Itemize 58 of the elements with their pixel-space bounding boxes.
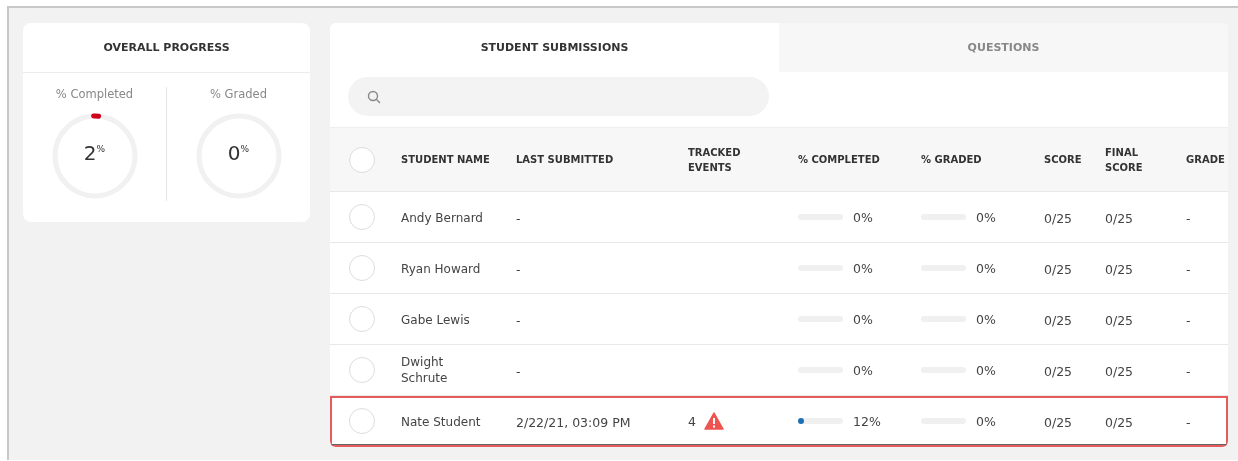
table-cell: 0/25 <box>1044 210 1073 226</box>
percent-reading: 0% <box>853 209 873 225</box>
table-cell: 0/25 <box>1105 414 1134 430</box>
percent-reading: 0% <box>976 209 996 225</box>
table-cell: 0/25 <box>1105 210 1134 226</box>
table-cell: 0/25 <box>1105 261 1134 277</box>
column-header[interactable]: STUDENT NAME <box>401 152 511 167</box>
column-header[interactable]: LAST SUBMITTED <box>516 152 676 167</box>
metric-label: % Graded <box>210 87 267 101</box>
table-cell: 0/25 <box>1044 261 1073 277</box>
metric-value: 0$^{%}$ <box>226 141 251 165</box>
table-cell: 0/25 <box>1105 312 1134 328</box>
percent-reading: 0% <box>853 260 873 276</box>
student-name[interactable]: Nate Student <box>401 414 487 431</box>
table-cell: - <box>1186 312 1191 328</box>
column-header[interactable]: FINAL SCORE <box>1105 144 1155 175</box>
row-checkbox[interactable] <box>349 204 375 230</box>
table-cell: - <box>516 312 521 328</box>
row-checkbox[interactable] <box>349 255 375 281</box>
student-name[interactable]: Andy Bernard <box>401 210 489 227</box>
column-header[interactable]: TRACKED EVENTS <box>688 144 748 175</box>
percent-reading: 0% <box>976 311 996 327</box>
table-cell: - <box>516 261 521 277</box>
event-count: 4 <box>688 413 696 429</box>
table-cell: - <box>1186 261 1191 277</box>
table-cell: 2/22/21, 03:09 PM <box>516 414 631 430</box>
metric-label: % Completed <box>55 87 134 101</box>
student-name[interactable]: Dwight Schrute <box>401 353 493 387</box>
card-title: OVERALL PROGRESS <box>103 41 230 54</box>
select-all-checkbox[interactable] <box>349 146 375 173</box>
table-cell: - <box>1186 363 1191 379</box>
percent-reading: 0% <box>976 260 996 276</box>
column-header[interactable]: % GRADED <box>921 152 1031 167</box>
percent-reading: 0% <box>853 362 873 378</box>
column-header[interactable]: SCORE <box>1044 152 1104 167</box>
table-cell: - <box>1186 210 1191 226</box>
column-header[interactable]: % COMPLETED <box>798 152 908 167</box>
search-icon <box>367 89 381 104</box>
percent-reading: 0% <box>976 362 996 378</box>
percent-reading: 12% <box>853 413 881 429</box>
row-checkbox[interactable] <box>349 408 375 434</box>
table-cell: - <box>516 210 521 226</box>
table-cell: 0/25 <box>1044 363 1073 379</box>
table-cell: 0/25 <box>1044 312 1073 328</box>
percent-reading: 0% <box>853 311 873 327</box>
completion-bar <box>798 418 843 424</box>
column-header[interactable]: GRADE <box>1186 152 1228 167</box>
table-cell: - <box>516 363 521 379</box>
row-checkbox[interactable] <box>349 357 375 383</box>
percent-reading: 0% <box>976 413 996 429</box>
table-cell: 0/25 <box>1105 363 1134 379</box>
student-name[interactable]: Ryan Howard <box>401 261 487 278</box>
table-cell: - <box>1186 414 1191 430</box>
table-cell: 0/25 <box>1044 414 1073 430</box>
row-checkbox[interactable] <box>349 306 375 332</box>
student-name[interactable]: Gabe Lewis <box>401 312 476 329</box>
search-field[interactable] <box>348 77 769 116</box>
metric-value: 2$^{%}$ <box>82 141 107 165</box>
